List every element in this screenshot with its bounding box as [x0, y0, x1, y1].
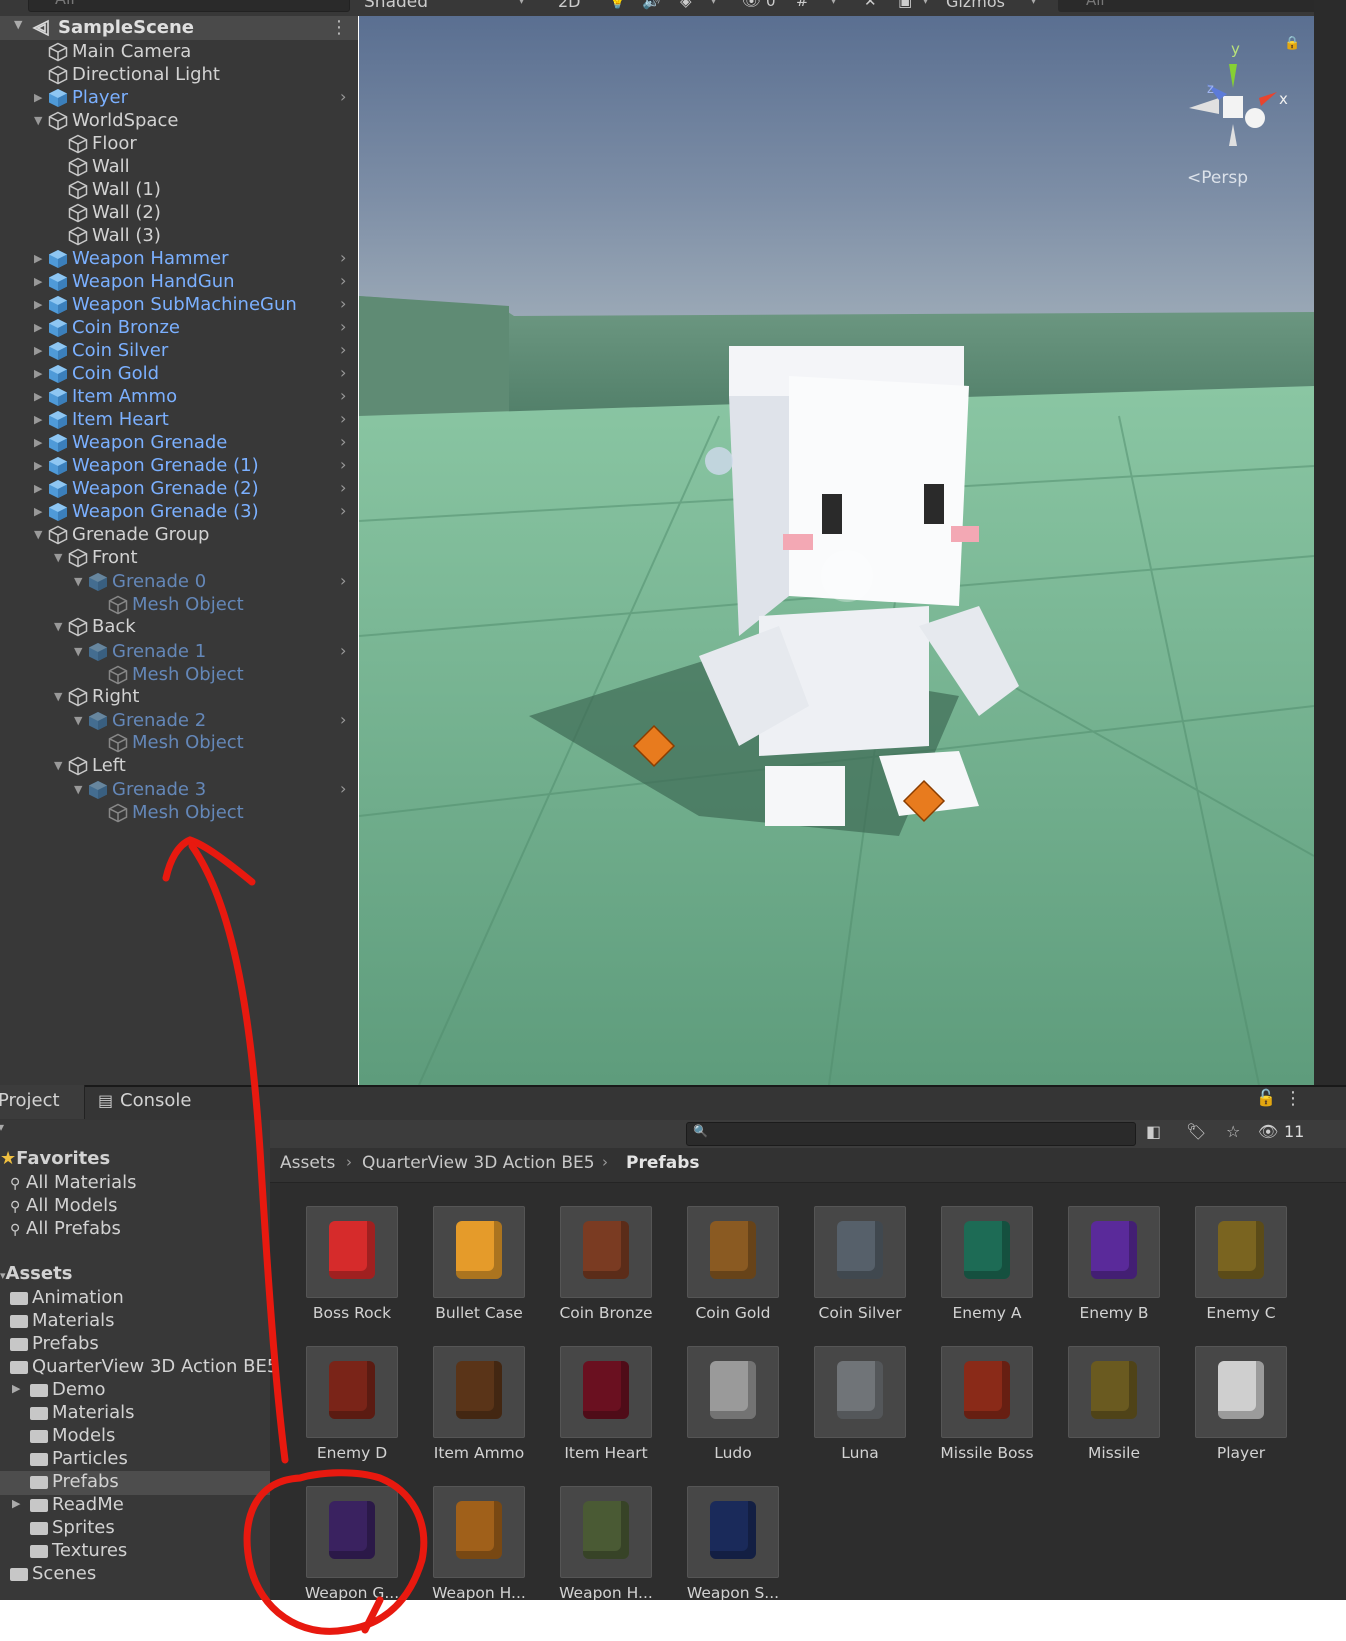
- annotation-stroke: [162, 836, 428, 1635]
- red-annotation-arrow-icon: [162, 836, 428, 1635]
